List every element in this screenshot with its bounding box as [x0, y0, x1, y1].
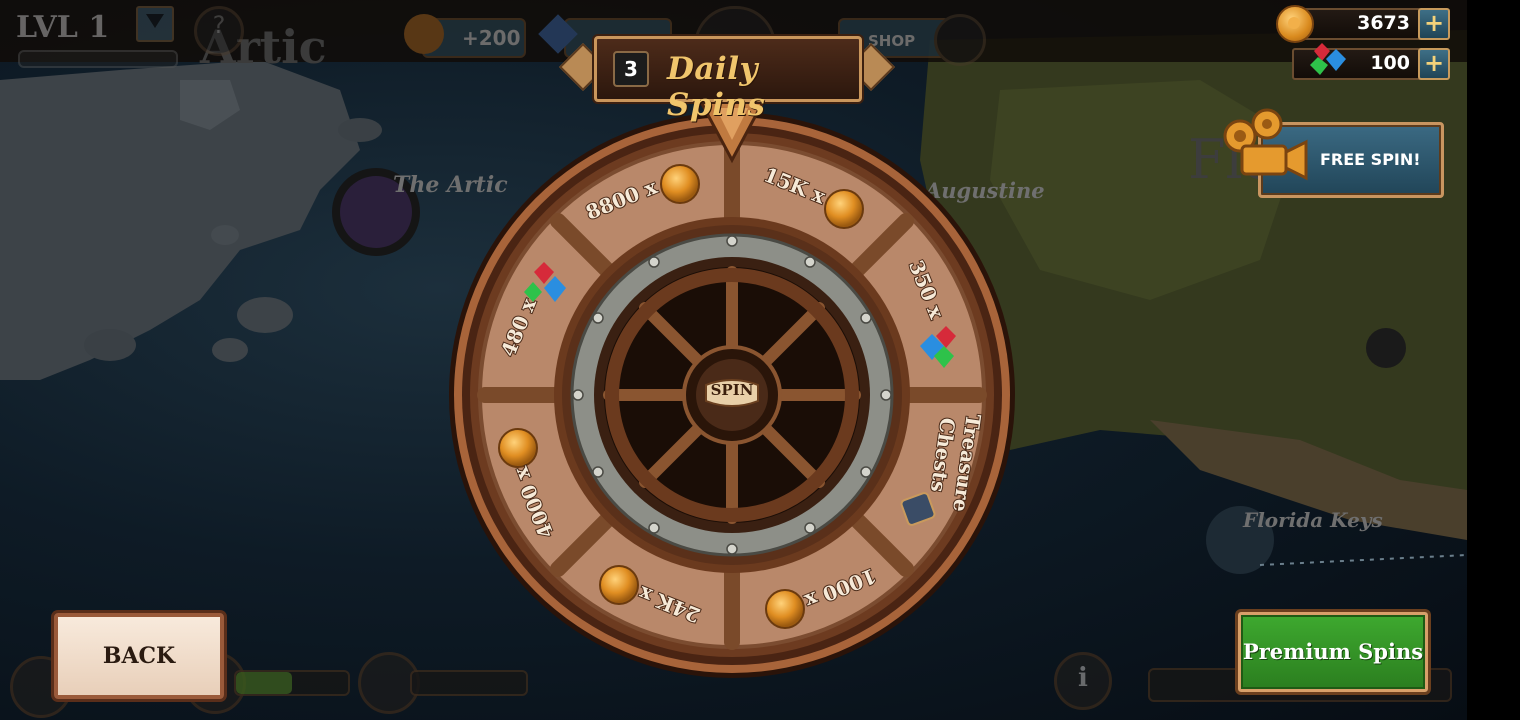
progress-bar-2	[410, 670, 528, 696]
spin-button[interactable]: SPIN	[682, 345, 782, 445]
game-viewport: Artic The Artic Augustine Flo Florida Ke…	[0, 0, 1467, 720]
progress-fill-1	[236, 672, 292, 694]
back-button[interactable]: BACK	[54, 613, 224, 699]
progress-bar-1	[234, 670, 350, 696]
spins-count-badge: 3	[613, 51, 649, 87]
banner-plate: 3 Daily Spins	[594, 36, 862, 123]
spin-label: SPIN	[710, 381, 754, 399]
info-icon: i	[1078, 663, 1088, 693]
daily-spins-banner: 3 Daily Spins	[558, 28, 896, 123]
banner-title: Daily Spins	[667, 51, 766, 123]
screen-margin	[1467, 0, 1520, 720]
info-button[interactable]: i	[1054, 652, 1112, 710]
premium-spins-button[interactable]: Premium Spins	[1238, 612, 1428, 692]
